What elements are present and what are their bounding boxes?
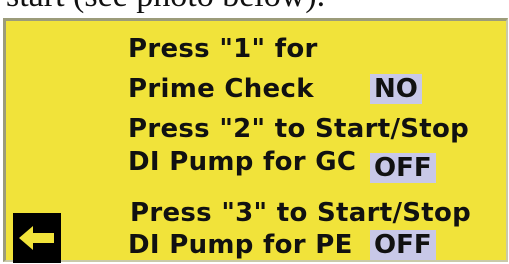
document-caption: start (see photo below). [6, 0, 325, 13]
prime-check-instruction: Press "1" for [128, 34, 318, 64]
pe-pump-label: DI Pump for PE [128, 230, 353, 260]
prime-check-label: Prime Check [128, 74, 314, 104]
gc-pump-status[interactable]: OFF [370, 153, 436, 183]
arrow-left-icon [19, 226, 54, 250]
pe-pump-status[interactable]: OFF [370, 230, 436, 260]
pe-pump-instruction: Press "3" to Start/Stop [130, 198, 472, 228]
screenshot: start (see photo below). Press "1" for P… [0, 0, 509, 264]
gc-pump-label: DI Pump for GC [128, 147, 357, 177]
prime-check-status[interactable]: NO [370, 74, 422, 104]
lcd-screen: Press "1" for Prime Check NO Press "2" t… [3, 18, 508, 263]
gc-pump-instruction: Press "2" to Start/Stop [128, 114, 470, 144]
back-button[interactable] [13, 213, 61, 263]
